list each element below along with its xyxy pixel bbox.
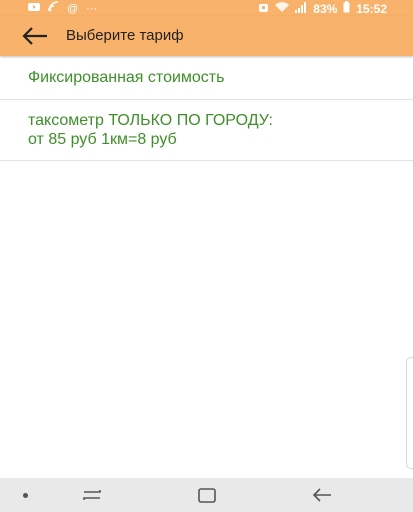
status-bar: @ ··· 83% 15:52 (0, 0, 413, 16)
battery-icon (343, 1, 350, 17)
app-bar: Выберите тариф (0, 16, 413, 56)
recent-apps-icon (83, 490, 101, 500)
tariff-label: Фиксированная стоимость (28, 69, 225, 86)
battery-percent: 83% (313, 2, 338, 16)
more-dots-icon: ··· (86, 2, 98, 15)
arrow-left-icon (22, 27, 47, 45)
alarm-icon (258, 2, 269, 17)
recent-apps-button[interactable] (78, 484, 106, 506)
home-icon (198, 488, 216, 503)
wifi-icon (275, 1, 290, 17)
back-button[interactable] (20, 22, 54, 50)
clock: 15:52 (356, 2, 387, 16)
tariff-list: Фиксированная стоимость таксометр ТОЛЬКО… (0, 57, 413, 161)
youtube-icon (28, 2, 40, 16)
cast-icon (48, 1, 59, 16)
tariff-price: от 85 руб 1км=8 руб (28, 131, 177, 148)
tariff-label: таксометр ТОЛЬКО ПО ГОРОДУ: (28, 112, 273, 129)
navigation-bar (0, 478, 413, 512)
edge-panel-handle[interactable] (406, 357, 413, 469)
nav-dot-icon (23, 493, 28, 498)
at-icon: @ (67, 2, 79, 15)
page-title: Выберите тариф (66, 27, 184, 44)
tariff-item-fixed[interactable]: Фиксированная стоимость (0, 57, 413, 100)
tariff-item-taximeter[interactable]: таксометр ТОЛЬКО ПО ГОРОДУ: от 85 руб 1к… (0, 100, 413, 161)
signal-icon (295, 1, 307, 17)
home-button[interactable] (193, 484, 221, 506)
system-back-button[interactable] (308, 484, 336, 506)
back-icon (312, 488, 331, 502)
